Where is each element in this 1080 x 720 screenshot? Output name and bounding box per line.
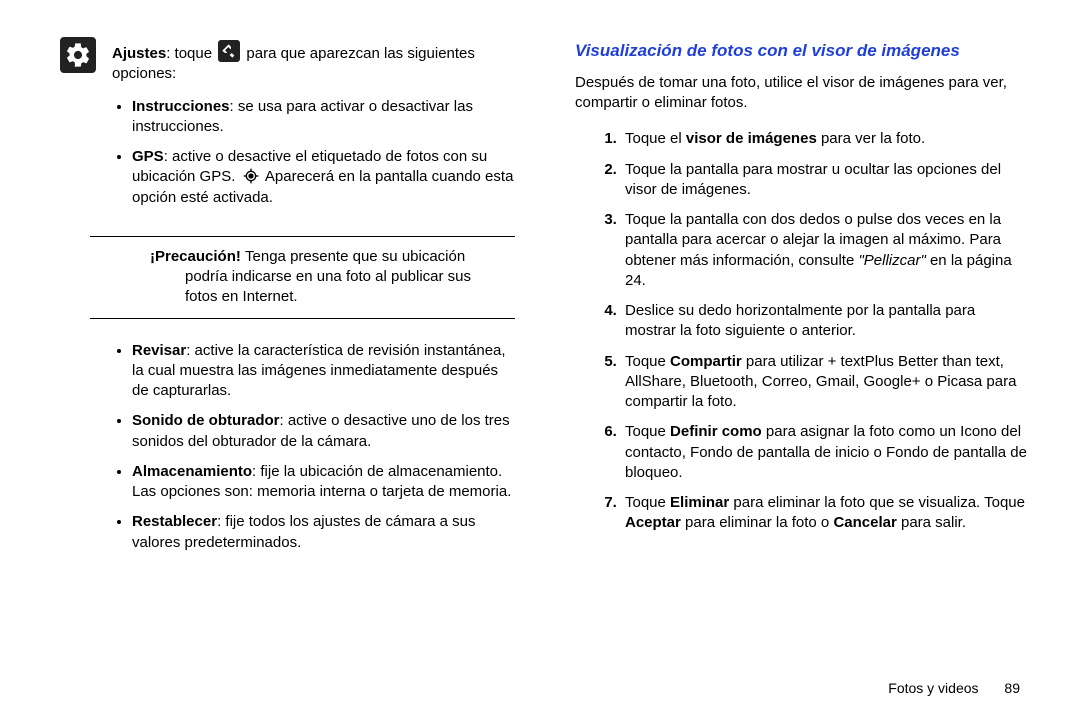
bullet-revisar: Revisar: active la característica de rev… (132, 341, 515, 402)
ajustes-row: Ajustes: toque para que aparezcan las si… (60, 40, 515, 85)
location-icon (242, 167, 260, 185)
caution-box: ¡Precaución! Tenga presente que su ubica… (90, 236, 515, 319)
step-6: Toque Definir como para asignar la foto … (621, 422, 1030, 483)
bullet-restablecer: Restablecer: fije todos los ajustes de c… (132, 512, 515, 553)
bullet-almacenamiento: Almacenamiento: fije la ubicación de alm… (132, 462, 515, 503)
section-title: Visualización de fotos con el visor de i… (575, 40, 1030, 63)
intro-paragraph: Después de tomar una foto, utilice el vi… (575, 73, 1030, 114)
ajustes-text: Ajustes: toque para que aparezcan las si… (112, 40, 515, 85)
settings-bullets-1: Instrucciones: se usa para activar o des… (60, 97, 515, 218)
page-footer: Fotos y videos 89 (888, 679, 1020, 698)
footer-page-number: 89 (1004, 680, 1020, 696)
settings-bullets-2: Revisar: active la característica de rev… (60, 341, 515, 563)
footer-section: Fotos y videos (888, 680, 978, 696)
bullet-instrucciones: Instrucciones: se usa para activar o des… (132, 97, 515, 138)
gear-icon (60, 37, 96, 73)
step-7: Toque Eliminar para eliminar la foto que… (621, 493, 1030, 534)
step-3: Toque la pantalla con dos dedos o pulse … (621, 210, 1030, 291)
step-5: Toque Compartir para utilizar + textPlus… (621, 352, 1030, 413)
wrench-icon (218, 40, 240, 62)
step-1: Toque el visor de imágenes para ver la f… (621, 129, 1030, 149)
steps-list: Toque el visor de imágenes para ver la f… (575, 129, 1030, 543)
caution-label: ¡Precaución! (150, 248, 245, 265)
bullet-sonido: Sonido de obturador: active o desactive … (132, 411, 515, 452)
step-4: Deslice su dedo horizontalmente por la p… (621, 301, 1030, 342)
bullet-gps: GPS: active o desactive el etiquetado de… (132, 147, 515, 208)
ajustes-label: Ajustes (112, 45, 166, 62)
step-2: Toque la pantalla para mostrar u ocultar… (621, 160, 1030, 201)
